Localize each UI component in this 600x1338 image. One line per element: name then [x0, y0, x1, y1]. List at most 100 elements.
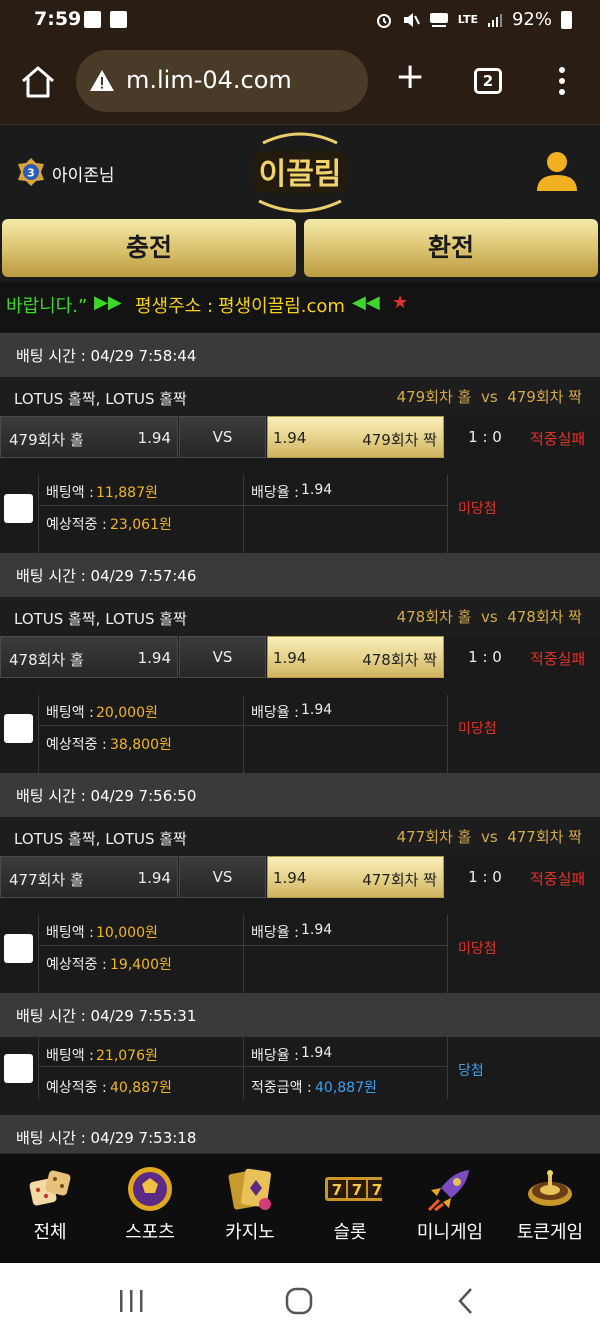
nav-all[interactable]: 전체 — [0, 1154, 100, 1264]
nav-token-game[interactable]: 토큰게임 — [500, 1154, 600, 1264]
site-logo[interactable]: 이끌림 — [245, 131, 355, 213]
soccer-ball-icon — [128, 1167, 172, 1211]
odds-label: 배당율 : — [251, 1048, 299, 1064]
more-vert-icon[interactable] — [552, 64, 572, 98]
marquee-star: ★ — [392, 292, 409, 313]
odds-value: 1.94 — [301, 922, 333, 938]
away-odds: 1.94 — [273, 649, 307, 667]
odds-value: 1.94 — [301, 482, 333, 498]
charge-button[interactable]: 충전 — [2, 219, 296, 277]
pick-away-selected: 1.94 477회차 짝 — [267, 856, 444, 898]
svg-text:7: 7 — [352, 1181, 362, 1199]
home-label: 478회차 홀 — [9, 651, 84, 669]
home-label: 477회차 홀 — [9, 871, 84, 889]
match-summary: 478회차 홀 vs 478회차 짝 — [397, 606, 582, 627]
nav-casino[interactable]: 카지노 — [200, 1154, 300, 1264]
user-profile-icon[interactable] — [534, 147, 580, 193]
score: 1 : 0 — [468, 868, 502, 886]
home-icon[interactable] — [18, 64, 58, 100]
nav-sports[interactable]: 스포츠 — [100, 1154, 200, 1264]
username[interactable]: 아이존님 — [52, 161, 115, 186]
bet-time-header: 배팅 시간 : 04/29 7:58:44 — [0, 333, 600, 377]
tabs-icon[interactable]: 2 — [474, 68, 502, 94]
win-amount-label: 적중금액 : — [251, 1080, 312, 1096]
bet-pick-row: 477회차 홀 1.94 VS 1.94 477회차 짝 1 : 0 적중실패 — [0, 856, 600, 898]
bet-status: 당첨 — [458, 1063, 484, 1079]
exchange-button[interactable]: 환전 — [304, 219, 598, 277]
bet-time-text: 배팅 시간 : 04/29 7:53:18 — [16, 1129, 197, 1147]
nav-label: 전체 — [33, 1222, 67, 1243]
home-circle-icon[interactable] — [285, 1287, 313, 1315]
bet-amount-label: 배팅액 : — [46, 705, 94, 721]
bet-select-checkbox[interactable] — [4, 494, 33, 523]
match-home: 478회차 홀 — [396, 608, 472, 626]
nav-slot[interactable]: 7 7 7 슬롯 — [300, 1154, 400, 1264]
network-type: LTE — [457, 13, 478, 26]
expected-value: 19,400원 — [110, 957, 172, 973]
score: 1 : 0 — [468, 648, 502, 666]
result-badge: 적중실패 — [530, 650, 586, 668]
pick-away-selected: 1.94 478회차 짝 — [267, 636, 444, 678]
logo-text: 이끌림 — [259, 157, 342, 192]
home-odds: 1.94 — [137, 869, 171, 887]
marquee-arrows-right: ▶▶ — [94, 292, 122, 313]
system-navigation-bar — [0, 1263, 600, 1338]
status-bar: 7:59 LTE 92% — [0, 0, 600, 42]
bet-time-header: 배팅 시간 : 04/29 7:57:46 — [0, 553, 600, 597]
bet-time-header: 배팅 시간 : 04/29 7:56:50 — [0, 773, 600, 817]
expected-value: 38,800원 — [110, 737, 172, 753]
bet-time-text: 배팅 시간 : 04/29 7:55:31 — [16, 1007, 197, 1025]
bet-status: 미당첨 — [458, 941, 497, 957]
odds-label: 배당율 : — [251, 705, 299, 721]
recents-icon[interactable] — [116, 1288, 146, 1314]
home-odds: 1.94 — [137, 649, 171, 667]
result-badge: 적중실패 — [530, 870, 586, 888]
site-header: 3 아이존님 이끌림 — [0, 124, 600, 218]
pick-away-selected: 1.94 479회차 짝 — [267, 416, 444, 458]
mute-icon — [403, 12, 420, 27]
match-home: 479회차 홀 — [396, 388, 472, 406]
nav-label: 스포츠 — [125, 1222, 175, 1243]
bet-select-checkbox[interactable] — [4, 1054, 33, 1083]
expected-label: 예상적중 : — [46, 957, 107, 973]
match-away: 477회차 짝 — [507, 828, 582, 846]
odds-value: 1.94 — [301, 1045, 333, 1061]
back-icon[interactable] — [456, 1287, 476, 1315]
bet-amount-value: 11,887원 — [96, 485, 158, 501]
game-name: LOTUS 홀짝, LOTUS 홀짝 — [14, 390, 187, 408]
odds-label: 배당율 : — [251, 925, 299, 941]
nav-label: 카지노 — [225, 1222, 275, 1243]
away-odds: 1.94 — [273, 429, 307, 447]
score: 1 : 0 — [468, 428, 502, 446]
rank-badge-icon: 3 — [18, 158, 44, 186]
bet-amount-label: 배팅액 : — [46, 925, 94, 941]
match-vs: vs — [480, 388, 498, 406]
bet-amount-value: 10,000원 — [96, 925, 158, 941]
pick-home: 478회차 홀 1.94 — [0, 636, 178, 678]
game-name: LOTUS 홀짝, LOTUS 홀짝 — [14, 830, 187, 848]
signal-icon — [487, 13, 502, 27]
bet-select-checkbox[interactable] — [4, 934, 33, 963]
win-amount-value: 40,887원 — [315, 1080, 377, 1096]
roulette-icon — [528, 1170, 572, 1206]
game-name: LOTUS 홀짝, LOTUS 홀짝 — [14, 610, 187, 628]
pick-vs: VS — [179, 416, 266, 458]
pick-vs: VS — [179, 856, 266, 898]
url-text[interactable]: m.lim-04.com — [126, 66, 292, 94]
bet-game-row: LOTUS 홀짝, LOTUS 홀짝 478회차 홀 vs 478회차 짝 — [0, 597, 600, 637]
rank-number: 3 — [27, 167, 35, 180]
bet-amount-label: 배팅액 : — [46, 1048, 94, 1064]
browser-toolbar: m.lim-04.com + 2 — [0, 42, 600, 124]
expected-value: 40,887원 — [110, 1080, 172, 1096]
warning-icon[interactable] — [88, 67, 116, 95]
bet-select-checkbox[interactable] — [4, 714, 33, 743]
away-label: 478회차 짝 — [362, 651, 437, 669]
plus-icon[interactable]: + — [395, 59, 425, 95]
marquee-arrows-left: ◀◀ — [352, 292, 380, 313]
pick-vs: VS — [179, 636, 266, 678]
bet-amount-label: 배팅액 : — [46, 485, 94, 501]
marquee-address-label: 평생주소 : — [135, 296, 214, 317]
address-bar[interactable]: m.lim-04.com — [76, 50, 368, 112]
nav-label: 미니게임 — [416, 1222, 484, 1243]
nav-minigame[interactable]: 미니게임 — [400, 1154, 500, 1264]
